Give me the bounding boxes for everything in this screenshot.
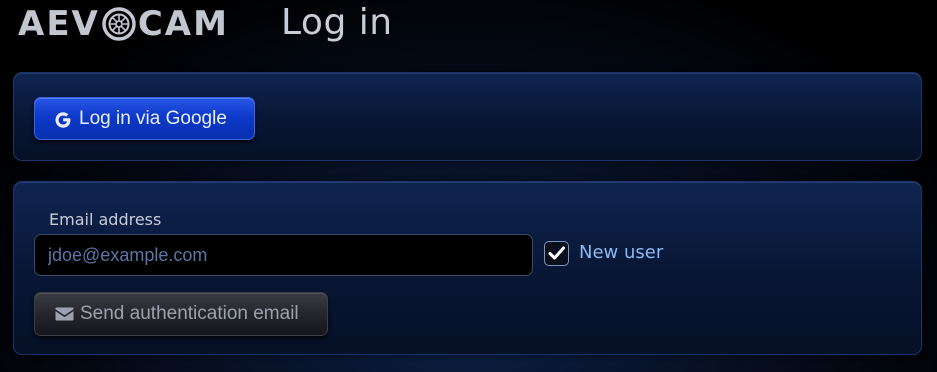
checkmark-icon [548,246,565,260]
page-header: AEV CAM Log in [0,0,937,50]
aevocam-logo: AEV CAM [18,4,229,44]
send-auth-email-button[interactable]: Send authentication email [34,292,328,336]
page-title: Log in [281,2,393,43]
google-login-label: Log in via Google [79,107,227,129]
logo-emblem-icon [102,7,136,41]
new-user-checkbox[interactable] [544,241,569,266]
google-login-button[interactable]: Log in via Google [34,97,255,140]
new-user-label[interactable]: New user [579,242,663,263]
envelope-icon [54,306,75,322]
logo-text-left: AEV [18,4,100,44]
email-field-label: Email address [49,210,162,229]
email-field[interactable] [34,234,533,276]
send-auth-email-label: Send authentication email [80,303,299,324]
logo-text-right: CAM [137,4,229,44]
google-login-card: Log in via Google [13,72,922,161]
email-login-card: Email address New user Send authenticati… [13,181,922,355]
google-g-icon [53,110,73,130]
